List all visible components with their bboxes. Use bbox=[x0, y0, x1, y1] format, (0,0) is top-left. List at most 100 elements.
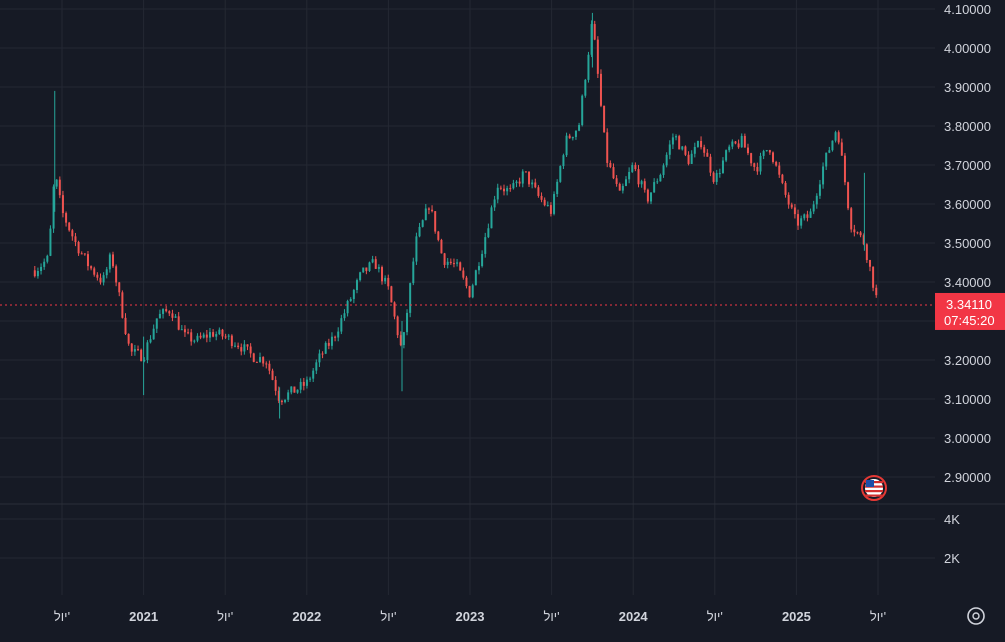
candle-body bbox=[812, 204, 815, 212]
candle-body bbox=[152, 328, 155, 340]
candle-body bbox=[800, 218, 803, 226]
candle-body bbox=[737, 143, 740, 148]
candle-body bbox=[309, 378, 312, 380]
candle-body bbox=[187, 332, 190, 334]
chart-root[interactable]: 4.10000 4.00000 3.90000 3.80000 3.70000 3.600… bbox=[0, 0, 1005, 642]
candle-body bbox=[371, 259, 374, 263]
candle-body bbox=[249, 346, 252, 354]
candle-body bbox=[784, 182, 787, 195]
candle-body bbox=[675, 136, 678, 138]
candle-body bbox=[343, 313, 346, 319]
candle-body bbox=[377, 267, 380, 269]
x-tick-label: יול' bbox=[707, 609, 723, 624]
time-axis[interactable]: יול' 2021 יול' 2022 יול' 2023 יול' 2024 יול' 2025… bbox=[54, 609, 886, 624]
candle-body bbox=[565, 135, 568, 156]
candle-body bbox=[124, 317, 127, 334]
us-flag-icon[interactable] bbox=[861, 475, 887, 501]
candle-body bbox=[793, 207, 796, 215]
candle-body bbox=[872, 266, 875, 288]
candle-body bbox=[499, 187, 502, 189]
candle-body bbox=[840, 142, 843, 156]
countdown-value: 07:45:20 bbox=[944, 313, 995, 328]
candle-body bbox=[290, 386, 293, 393]
candle-body bbox=[853, 229, 856, 233]
candle-body bbox=[262, 357, 265, 364]
candle-body bbox=[302, 381, 305, 386]
gear-inner bbox=[972, 612, 980, 620]
x-tick-label: 2023 bbox=[456, 609, 485, 624]
candle-body bbox=[797, 214, 800, 226]
candle-body bbox=[137, 349, 140, 351]
candle-body bbox=[865, 244, 868, 260]
candle-body bbox=[365, 267, 368, 271]
candle-body bbox=[362, 267, 365, 273]
candle-body bbox=[493, 199, 496, 208]
candle-body bbox=[868, 259, 871, 267]
flag-stripe bbox=[865, 494, 883, 497]
candle-body bbox=[731, 141, 734, 147]
price-chart[interactable]: 4.10000 4.00000 3.90000 3.80000 3.70000 3.600… bbox=[0, 0, 1005, 642]
candle-body bbox=[74, 236, 77, 243]
candle-body bbox=[834, 132, 837, 141]
x-tick-label: יול' bbox=[380, 609, 396, 624]
candle-body bbox=[443, 253, 446, 265]
candle-body bbox=[753, 163, 756, 167]
candle-body bbox=[68, 222, 71, 231]
candle-body bbox=[299, 381, 302, 390]
candle-body bbox=[40, 266, 43, 271]
candle-body bbox=[556, 181, 559, 195]
candle-body bbox=[750, 153, 753, 164]
candle-body bbox=[765, 150, 768, 152]
candle-body bbox=[578, 125, 581, 131]
candle-body bbox=[549, 205, 552, 214]
candle-body bbox=[643, 181, 646, 190]
candle-body bbox=[446, 261, 449, 265]
candle-body bbox=[112, 254, 114, 267]
candle-body bbox=[130, 343, 133, 352]
candle-body bbox=[196, 335, 199, 341]
candle-body bbox=[327, 342, 330, 346]
candle-body bbox=[115, 266, 118, 283]
candle-body bbox=[146, 342, 149, 360]
candle-body bbox=[406, 312, 409, 333]
candle-body bbox=[831, 140, 834, 151]
candle-body bbox=[621, 185, 624, 191]
y-tick-label: 3.40000 bbox=[944, 275, 991, 290]
candle-body bbox=[743, 135, 746, 148]
candle-body bbox=[190, 332, 193, 342]
x-tick-label: יול' bbox=[870, 609, 886, 624]
candle-body bbox=[33, 270, 36, 277]
candle-body bbox=[318, 353, 321, 363]
gear-icon[interactable] bbox=[967, 607, 985, 625]
y-tick-label: 3.80000 bbox=[944, 119, 991, 134]
candle-body bbox=[427, 208, 430, 210]
candle-body bbox=[768, 150, 771, 153]
candle-body bbox=[668, 144, 671, 155]
candle-body bbox=[681, 146, 684, 150]
price-axis[interactable]: 4.10000 4.00000 3.90000 3.80000 3.70000 3.600… bbox=[944, 2, 991, 485]
candle-body bbox=[105, 269, 108, 276]
candle-body bbox=[540, 195, 543, 200]
x-tick-label: 2022 bbox=[292, 609, 321, 624]
candle-body bbox=[162, 309, 165, 314]
candle-body bbox=[531, 182, 534, 185]
candle-body bbox=[402, 332, 405, 346]
candle-body bbox=[615, 178, 618, 184]
candle-body bbox=[255, 361, 258, 363]
candle-body bbox=[58, 179, 61, 196]
candle-body bbox=[574, 130, 577, 137]
candle-body bbox=[55, 179, 58, 187]
candle-body bbox=[718, 173, 721, 175]
y-tick-label: 3.00000 bbox=[944, 431, 991, 446]
candle-body bbox=[465, 277, 468, 287]
candle-body bbox=[418, 226, 421, 237]
candle-body bbox=[790, 204, 793, 208]
candle-body bbox=[518, 181, 521, 184]
candle-body bbox=[631, 165, 634, 172]
candle-body bbox=[293, 386, 296, 393]
candle-body bbox=[221, 329, 224, 337]
candle-body bbox=[696, 140, 699, 147]
candle-body bbox=[665, 154, 668, 166]
candle-body bbox=[183, 329, 186, 333]
candle-body bbox=[809, 211, 812, 218]
